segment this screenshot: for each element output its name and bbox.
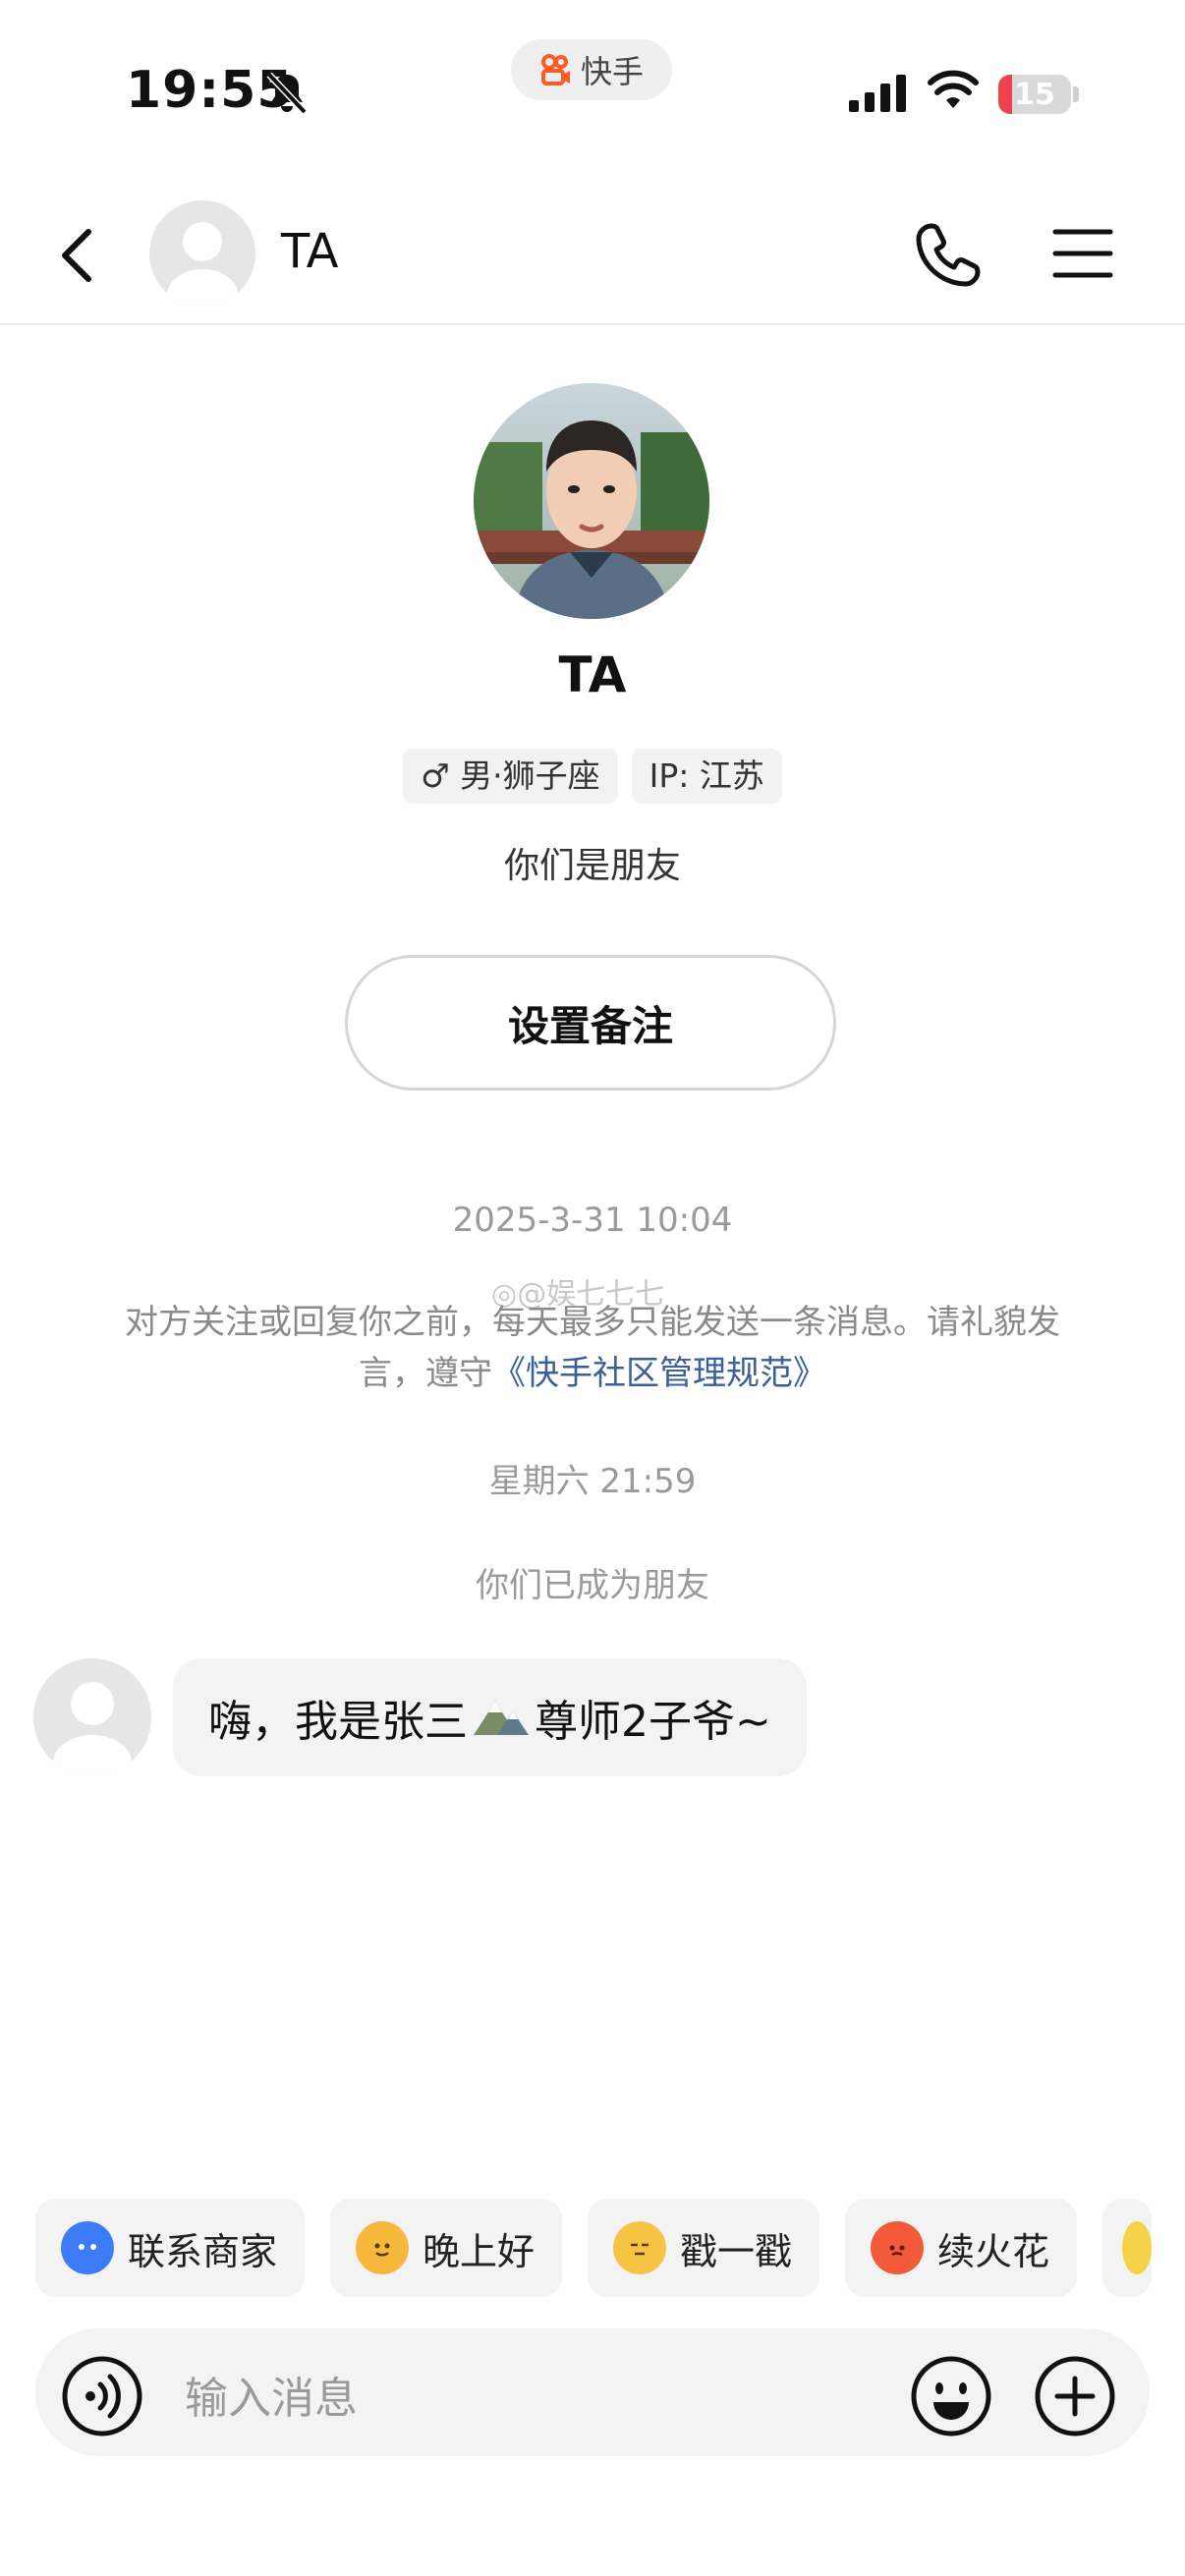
app-badge-label: 快手 xyxy=(580,53,644,90)
quick-reply-contact-merchant[interactable]: 联系商家 xyxy=(35,2199,306,2297)
friends-notice: 你们已成为朋友 xyxy=(476,1566,709,1605)
quick-reply-bar: 联系商家 晚上好 戳一戳 续火花 xyxy=(35,2199,1153,2297)
header-divider xyxy=(0,323,1185,325)
header-avatar[interactable] xyxy=(149,200,255,307)
profile-name: TA xyxy=(558,646,627,703)
timestamp: 星期六 21:59 xyxy=(488,1462,697,1501)
set-remark-button[interactable]: 设置备注 xyxy=(345,955,836,1091)
message-text-part2: 尊师2子爷~ xyxy=(535,1697,771,1747)
voice-icon[interactable] xyxy=(61,2355,143,2437)
ip-location-tag: IP: 江苏 xyxy=(631,749,782,804)
quick-reply-label: 戳一戳 xyxy=(680,2229,793,2273)
kuaishou-logo-icon xyxy=(540,54,570,85)
gender-zodiac-tag: ♂ 男·狮子座 xyxy=(403,749,618,804)
quick-reply-poke[interactable]: 戳一戳 xyxy=(588,2199,820,2297)
poke-face-icon xyxy=(613,2221,667,2274)
chat-bubble-icon xyxy=(61,2221,114,2274)
battery-icon: 15 xyxy=(998,75,1071,114)
wifi-icon xyxy=(928,70,979,108)
emoji-icon xyxy=(1122,2221,1153,2274)
battery-level: 15 xyxy=(1014,77,1055,112)
message-input[interactable] xyxy=(183,2358,875,2438)
avatar-placeholder-icon xyxy=(53,1682,132,1776)
avatar-placeholder-icon xyxy=(167,222,238,307)
quick-reply-label: 联系商家 xyxy=(128,2229,278,2273)
fire-face-icon xyxy=(871,2221,925,2274)
timestamp: 2025-3-31 10:04 xyxy=(452,1201,733,1240)
message-bubble[interactable]: 嗨，我是张三 尊师2子爷~ xyxy=(173,1658,807,1776)
message-text-part1: 嗨，我是张三 xyxy=(208,1697,468,1747)
mountain-emoji-icon xyxy=(474,1702,529,1735)
message-limit-notice: 对方关注或回复你之前，每天最多只能发送一条消息。请礼貌发言，遵守《快手社区管理规… xyxy=(98,1297,1087,1399)
quick-reply-label: 晚上好 xyxy=(423,2229,536,2273)
battery-tip xyxy=(1073,86,1079,102)
plus-icon[interactable] xyxy=(1034,2355,1116,2437)
back-arrow-icon[interactable] xyxy=(51,222,110,289)
app-badge: 快手 xyxy=(511,39,672,100)
quick-reply-more[interactable] xyxy=(1102,2199,1153,2297)
profile-avatar[interactable] xyxy=(474,383,709,619)
profile-photo-image xyxy=(474,383,709,619)
menu-icon[interactable] xyxy=(1051,222,1114,285)
bell-off-icon xyxy=(266,72,308,115)
quick-reply-good-evening[interactable]: 晚上好 xyxy=(330,2199,563,2297)
signal-icon xyxy=(849,75,906,112)
community-rules-link[interactable]: 《快手社区管理规范》 xyxy=(492,1354,826,1393)
profile-tags: ♂ 男·狮子座 IP: 江苏 xyxy=(0,749,1185,804)
sender-avatar[interactable] xyxy=(33,1658,151,1776)
relation-text: 你们是朋友 xyxy=(503,846,681,886)
quick-reply-spark[interactable]: 续火花 xyxy=(845,2199,1078,2297)
phone-icon[interactable] xyxy=(914,220,983,289)
emoji-icon[interactable] xyxy=(910,2355,992,2437)
quick-reply-label: 续火花 xyxy=(937,2229,1050,2273)
moon-face-icon xyxy=(356,2221,410,2274)
header-title: TA xyxy=(281,224,339,279)
